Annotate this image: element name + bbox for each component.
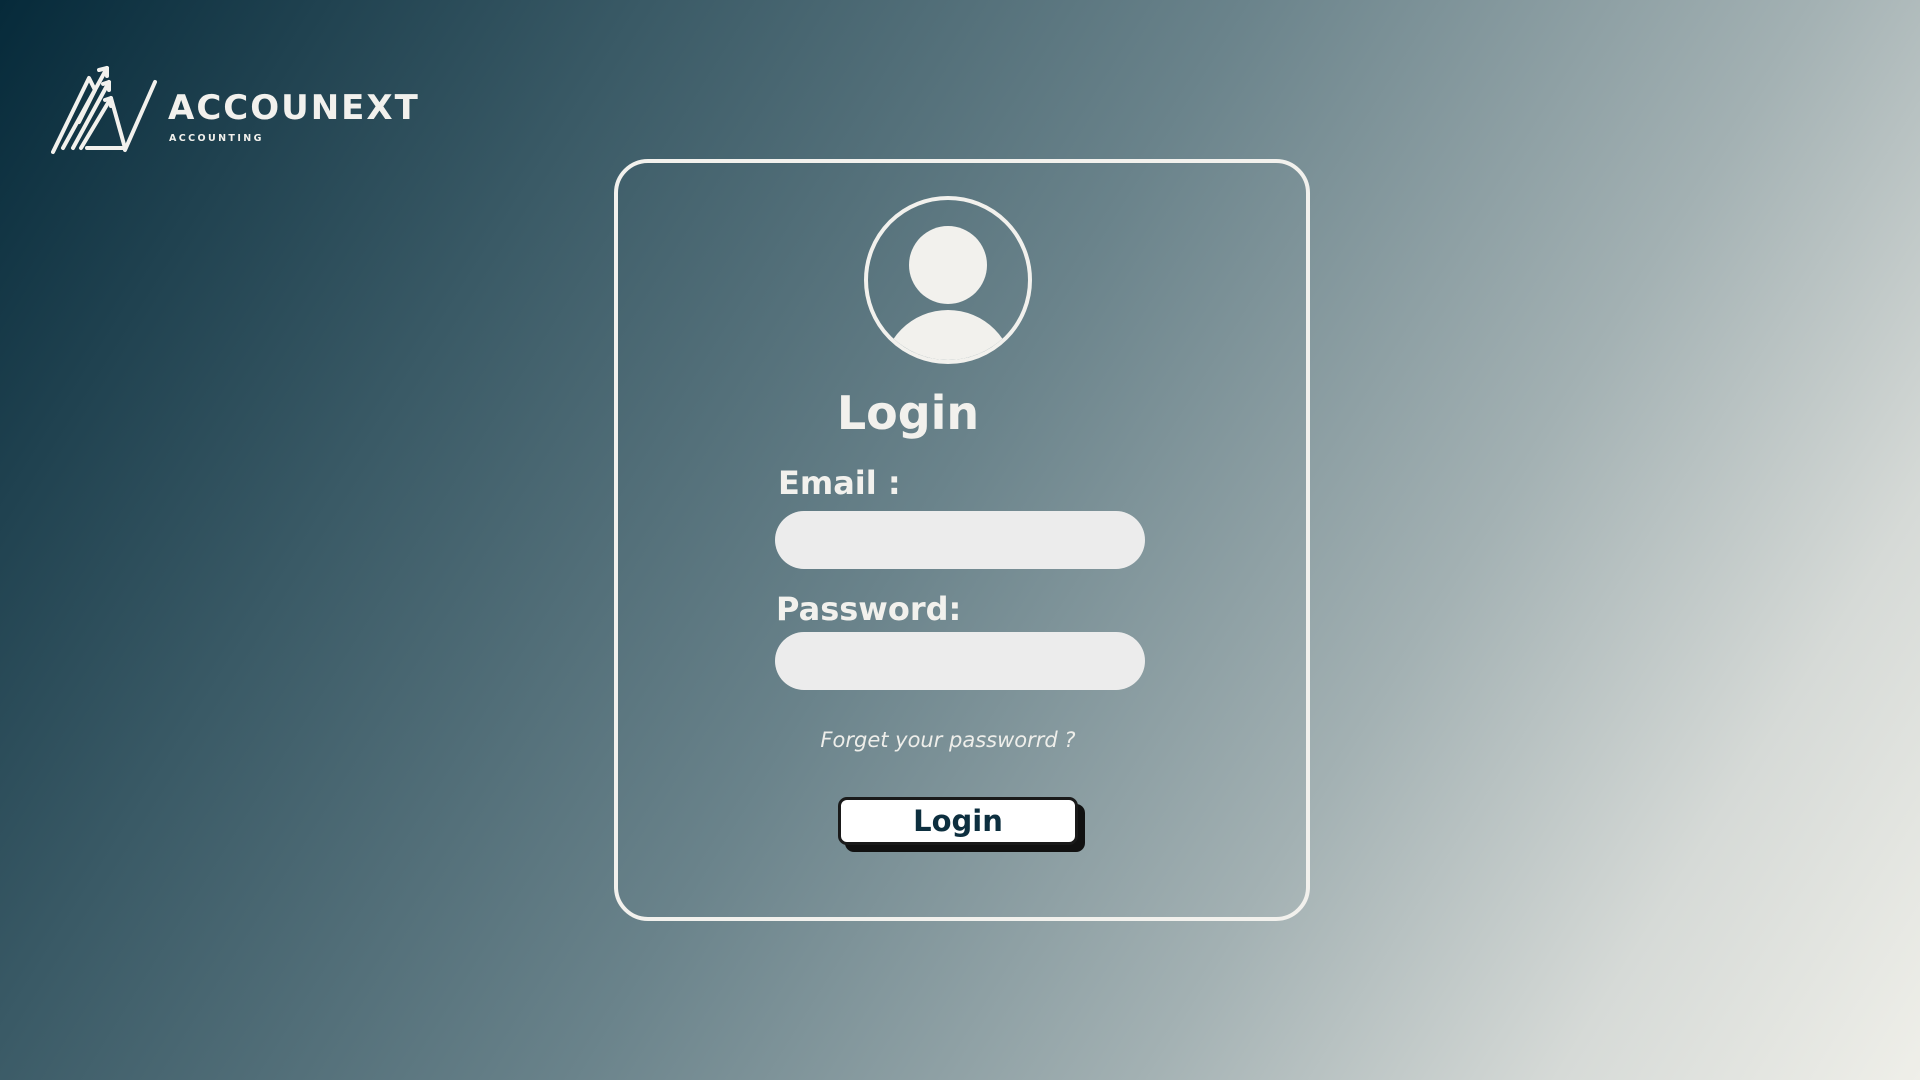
user-avatar-icon [864, 196, 1032, 364]
brand-name: ACCOUNEXT [168, 88, 420, 128]
brand-logo: ACCOUNEXT ACCOUNTING [51, 64, 431, 156]
email-label: Email : [778, 464, 901, 502]
forgot-password-link[interactable]: Forget your passworrd ? [0, 728, 1896, 752]
email-input[interactable] [775, 511, 1145, 569]
password-label: Password: [776, 590, 962, 628]
brand-tagline: ACCOUNTING [169, 133, 264, 144]
growth-arrows-icon [51, 66, 157, 154]
password-input[interactable] [775, 632, 1145, 690]
login-button[interactable]: Login [838, 797, 1078, 845]
login-title: Login [836, 386, 980, 440]
